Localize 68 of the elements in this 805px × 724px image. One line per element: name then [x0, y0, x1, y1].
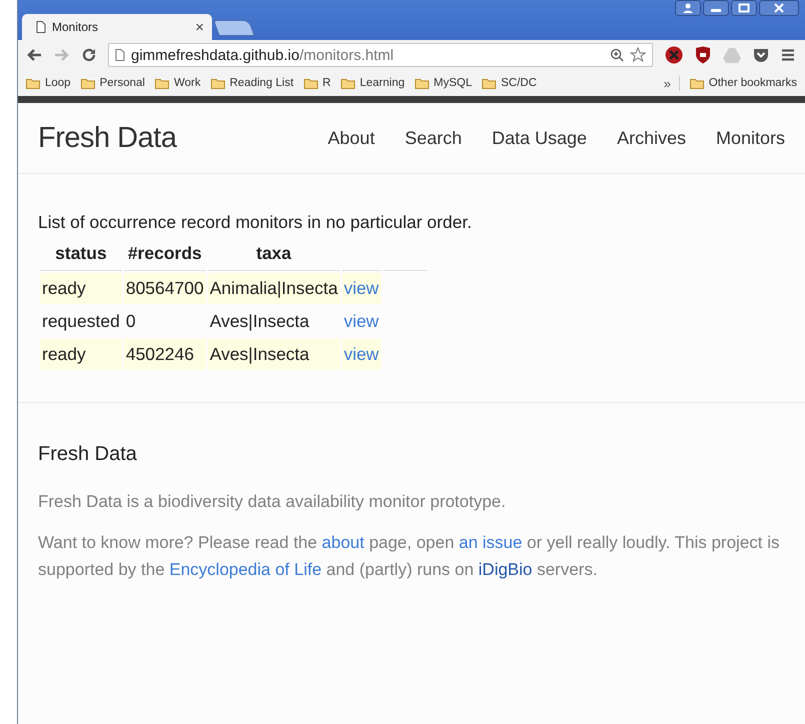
reload-icon[interactable] [82, 48, 96, 62]
bookmark-item[interactable]: Reading List [210, 77, 294, 89]
table-cell-text: requested [41, 310, 121, 333]
shield-icon[interactable] [695, 46, 711, 64]
text-link[interactable]: an issue [458, 533, 522, 552]
table-cell: Animalia|Insecta [208, 273, 340, 304]
pocket-icon[interactable] [753, 47, 769, 63]
table-cell: 80564700 [124, 273, 206, 304]
table-cell-text: 0 [124, 310, 137, 333]
menu-icon[interactable] [781, 49, 795, 61]
table-cell: ready [40, 339, 122, 370]
table-cell: ready [40, 273, 122, 304]
folder-icon [304, 78, 318, 88]
nav-link[interactable]: Search [404, 128, 462, 148]
tab-close-button[interactable]: × [195, 18, 204, 36]
star-icon[interactable] [630, 47, 646, 63]
page-icon [36, 21, 46, 33]
zoom-icon[interactable] [610, 48, 624, 62]
footer-paragraph: Want to know more? Please read the about page, open an issue or yell really loudly. This project is supported by the Encyclopedia of Life and (partly) runs on iDigBio servers. [38, 532, 781, 581]
bookmark-item[interactable]: Learning [340, 77, 405, 89]
bookmark-item[interactable]: Loop [26, 77, 71, 89]
bookmark-item[interactable]: SC/DC [482, 77, 537, 89]
new-tab-button[interactable] [213, 20, 255, 36]
folder-icon [414, 78, 429, 88]
view-link[interactable]: view [342, 273, 381, 304]
browser-tab[interactable]: Monitors × [22, 14, 212, 40]
user-icon[interactable] [675, 0, 701, 16]
folder-icon [210, 78, 225, 88]
bookmark-item[interactable]: MySQL [414, 77, 472, 89]
site-brand[interactable]: Fresh Data [38, 122, 176, 154]
nav-link[interactable]: Monitors [716, 128, 785, 148]
extension-icon[interactable] [665, 46, 683, 64]
tab-title: Monitors [52, 20, 100, 34]
table-cell: Aves|Insecta [208, 339, 340, 370]
folder-icon [26, 78, 40, 88]
nav-link[interactable]: Data Usage [492, 128, 587, 148]
table-cell-text: Aves|Insecta [208, 310, 310, 333]
text-link[interactable]: iDigBio [478, 560, 532, 579]
url-text: gimmefreshdata.github.io/monitors.html [131, 46, 394, 64]
footer-title: Fresh Data [38, 443, 138, 466]
folder-icon [340, 78, 355, 88]
folder-icon [154, 78, 169, 88]
column-header: status [40, 241, 122, 271]
view-link[interactable]: view [342, 339, 381, 370]
footer-description: Fresh Data is a biodiversity data availability monitor prototype. [38, 491, 507, 513]
view-link[interactable]: view [342, 306, 381, 337]
address-bar[interactable]: gimmefreshdata.github.io/monitors.html [108, 43, 653, 67]
intro-text: List of occurrence record monitors in no particular order. [38, 212, 473, 233]
folder-icon [80, 78, 95, 88]
text-link[interactable]: Encyclopedia of Life [169, 560, 322, 579]
column-header: #records [124, 241, 206, 271]
maximize-icon[interactable] [731, 0, 757, 16]
folder-icon [690, 78, 704, 88]
folder-icon [482, 78, 496, 88]
other-bookmarks-item[interactable]: Other bookmarks [690, 77, 797, 89]
bookmark-item[interactable]: R [304, 77, 331, 89]
nav-link[interactable]: Archives [616, 128, 686, 148]
minimize-icon[interactable] [703, 0, 729, 16]
bookmark-item[interactable]: Work [154, 77, 201, 89]
back-arrow-icon[interactable] [26, 48, 42, 62]
page-icon [115, 49, 125, 61]
nav-link[interactable]: About [328, 128, 375, 148]
close-icon[interactable] [759, 0, 799, 16]
bookmark-item[interactable]: Personal [80, 77, 145, 89]
table-cell: 4502246 [124, 339, 206, 370]
more-bookmarks-button[interactable]: » [664, 76, 680, 90]
column-header: taxa [208, 241, 340, 271]
text-link[interactable]: about [322, 533, 364, 552]
